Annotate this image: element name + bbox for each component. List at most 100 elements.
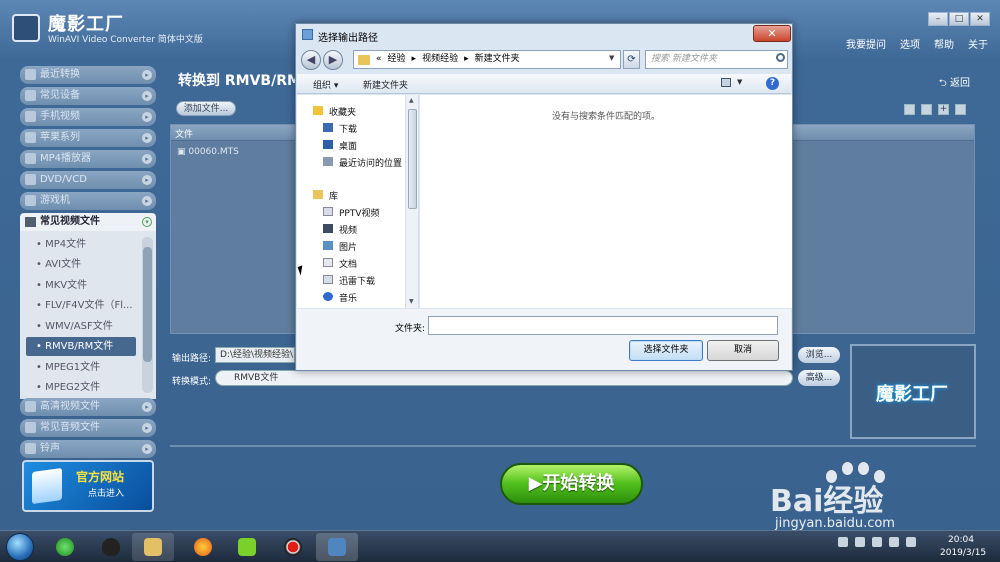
format-mpeg1[interactable]: • MPEG1文件 <box>26 358 136 377</box>
address-dropdown-icon[interactable]: ▼ <box>609 54 617 62</box>
tree-favorites[interactable]: 收藏夹 <box>313 105 356 118</box>
website-icon <box>32 467 62 505</box>
refresh-icon[interactable]: ⟳ <box>623 50 640 69</box>
address-bar[interactable]: « 经验 ▸ 视频经验 ▸ 新建文件夹 <box>353 50 621 69</box>
format-mpeg2[interactable]: • MPEG2文件 <box>26 378 136 397</box>
tree-videos[interactable]: 视频 <box>323 223 357 236</box>
forward-arrow-icon[interactable]: ▶ <box>323 50 343 70</box>
official-site-banner[interactable]: 官方网站 点击进入 <box>22 460 154 512</box>
taskbar-app-winavi[interactable] <box>316 533 358 561</box>
video-format-list: • MP4文件 • AVI文件 • MKV文件 • FLV/F4V文件（Fl..… <box>20 231 156 399</box>
ime-icon[interactable] <box>906 537 916 547</box>
list-tool-icon-2[interactable] <box>921 104 932 115</box>
tree-downloads[interactable]: 下载 <box>323 122 357 135</box>
clock-time[interactable]: 20:04 <box>948 535 974 545</box>
volume-icon[interactable] <box>889 537 899 547</box>
taskbar-app-pptv[interactable] <box>226 533 268 561</box>
taskbar-app-recorder[interactable] <box>272 533 314 561</box>
tree-documents[interactable]: 文档 <box>323 257 357 270</box>
start-convert-button[interactable]: ▶开始转换 <box>500 463 643 505</box>
dialog-close-button[interactable]: ✕ <box>753 25 791 42</box>
scroll-down-icon[interactable]: ▼ <box>409 298 414 305</box>
sidebar-cat-video-files[interactable]: 常见视频文件 ▾ <box>20 213 156 231</box>
breadcrumb-part[interactable]: 新建文件夹 <box>475 51 520 68</box>
add-icon[interactable]: + <box>938 104 949 115</box>
breadcrumb-part[interactable]: 经验 <box>388 51 406 68</box>
list-tool-icon-1[interactable] <box>904 104 915 115</box>
advanced-button[interactable]: 高级... <box>798 370 840 386</box>
scrollbar-thumb[interactable] <box>143 247 152 362</box>
menu-help[interactable]: 帮助 <box>934 36 954 51</box>
format-wmv[interactable]: • WMV/ASF文件 <box>26 317 136 336</box>
convert-mode-select[interactable]: RMVB文件 <box>215 370 793 386</box>
tree-pictures[interactable]: 图片 <box>323 240 357 253</box>
format-rmvb[interactable]: • RMVB/RM文件 <box>26 337 136 356</box>
sidebar-cat-game[interactable]: 游戏机 ▸ <box>20 192 156 210</box>
view-dropdown-icon[interactable]: ▼ <box>737 78 742 86</box>
tree-scrollbar[interactable]: ▲ ▼ <box>405 95 418 308</box>
search-icon[interactable] <box>776 53 785 62</box>
folder-icon <box>144 538 162 556</box>
tree-thunder[interactable]: 迅雷下载 <box>323 274 375 287</box>
list-tool-icon-4[interactable] <box>955 104 966 115</box>
dialog-toolbar: 组织 ▾ 新建文件夹 ▼ ? <box>297 74 791 94</box>
menu-about[interactable]: 关于 <box>968 36 988 51</box>
organize-menu[interactable]: 组织 ▾ <box>313 78 338 91</box>
menu-ask[interactable]: 我要提问 <box>846 36 886 51</box>
format-mkv[interactable]: • MKV文件 <box>26 276 136 295</box>
keyboard-icon[interactable] <box>838 537 848 547</box>
new-folder-button[interactable]: 新建文件夹 <box>363 78 408 91</box>
add-file-button[interactable]: 添加文件... <box>176 101 236 116</box>
menu-options[interactable]: 选项 <box>900 36 920 51</box>
sidebar-cat-dvd[interactable]: DVD/VCD ▸ <box>20 171 156 189</box>
folder-input[interactable] <box>428 316 778 335</box>
maximize-button[interactable]: □ <box>949 12 969 26</box>
taskbar-app-360[interactable] <box>44 533 86 561</box>
search-input[interactable]: 搜索 新建文件夹 <box>645 50 788 69</box>
breadcrumb-part[interactable]: 视频经验 <box>422 51 458 68</box>
help-icon[interactable]: ? <box>766 77 779 90</box>
minimize-button[interactable]: – <box>928 12 948 26</box>
sidebar-cat-mp4[interactable]: MP4播放器 ▸ <box>20 150 156 168</box>
select-folder-button[interactable]: 选择文件夹 <box>629 340 703 361</box>
tree-recent[interactable]: 最近访问的位置 <box>323 156 402 169</box>
start-icon[interactable] <box>6 533 34 561</box>
browse-button[interactable]: 浏览... <box>798 347 840 363</box>
output-path-field[interactable]: D:\经验\视频经验\ <box>215 347 295 363</box>
app-menu: 我要提问 选项 帮助 关于 <box>846 36 988 51</box>
back-link[interactable]: ⮌ 返回 <box>939 74 970 93</box>
format-avi[interactable]: • AVI文件 <box>26 255 136 274</box>
record-icon <box>284 538 302 556</box>
clock-date[interactable]: 2019/3/15 <box>940 548 986 558</box>
library-icon <box>313 190 323 199</box>
sidebar-cat-mobile[interactable]: 手机视频 ▸ <box>20 108 156 126</box>
flag-icon[interactable] <box>855 537 865 547</box>
sidebar-cat-audio[interactable]: 常见音频文件 ▸ <box>20 419 156 437</box>
file-row[interactable]: ▣ 00060.MTS <box>177 147 239 157</box>
banner-subtitle: 点击进入 <box>88 489 125 499</box>
sidebar-cat-hd[interactable]: 高清视频文件 ▸ <box>20 398 156 416</box>
taskbar-app-firefox[interactable] <box>182 533 224 561</box>
sidebar-cat-devices[interactable]: 常见设备 ▸ <box>20 87 156 105</box>
taskbar-app-qq[interactable] <box>90 533 132 561</box>
app-close-button[interactable]: ✕ <box>970 12 990 26</box>
back-arrow-icon[interactable]: ◀ <box>301 50 321 70</box>
folder-icon <box>358 54 370 65</box>
network-icon[interactable] <box>872 537 882 547</box>
format-mp4[interactable]: • MP4文件 <box>26 235 136 254</box>
tree-desktop[interactable]: 桌面 <box>323 139 357 152</box>
format-flv[interactable]: • FLV/F4V文件（Fl... <box>26 296 136 315</box>
taskbar-app-explorer[interactable] <box>132 533 174 561</box>
cancel-button[interactable]: 取消 <box>707 340 779 361</box>
scrollbar-thumb[interactable] <box>408 109 417 209</box>
format-list-scrollbar[interactable] <box>142 237 153 393</box>
sidebar-cat-apple[interactable]: 苹果系列 ▸ <box>20 129 156 147</box>
folder-content-pane[interactable]: 没有与搜索条件匹配的项。 <box>420 95 792 308</box>
tree-music[interactable]: 音乐 <box>323 291 357 304</box>
tree-libraries[interactable]: 库 <box>313 189 338 202</box>
sidebar-cat-ringtone[interactable]: 铃声 ▸ <box>20 440 156 458</box>
tree-pptv[interactable]: PPTV视频 <box>323 206 380 219</box>
sidebar-cat-recent[interactable]: 最近转换 ▸ <box>20 66 156 84</box>
view-icon[interactable] <box>721 78 731 87</box>
scroll-up-icon[interactable]: ▲ <box>409 97 414 104</box>
